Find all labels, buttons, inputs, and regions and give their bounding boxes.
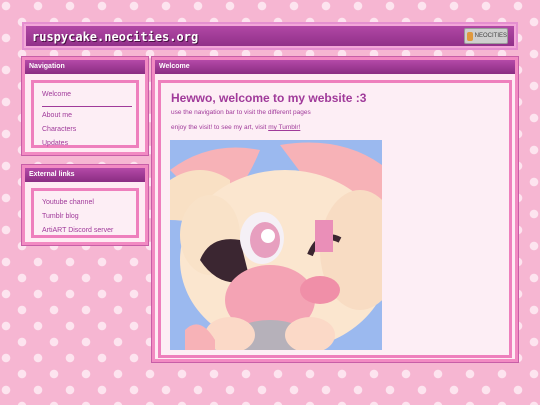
page-title: Hewwo, welcome to my website :3 [171,91,367,105]
site-title: ruspycake.neocities.org [32,30,199,44]
tumblr-line-text: enjoy the visit! to see my art, visit [171,124,269,131]
external-links-list: Youtube channel Tumblr blog ArtiART Disc… [31,188,139,238]
link-youtube[interactable]: Youtube channel [42,199,94,206]
nav-link-updates[interactable]: Updates [42,140,68,147]
neocities-badge-text: NEOCITIES [474,33,507,39]
welcome-heading: Welcome [155,60,515,74]
site-header: ruspycake.neocities.org NEOCITIES [22,22,518,50]
welcome-content: Hewwo, welcome to my website :3 use the … [158,80,512,358]
neocities-cat-icon [467,31,473,41]
external-links-heading: External links [25,168,145,182]
navigation-panel: Navigation Welcome About me Characters U… [22,57,148,155]
welcome-panel: Welcome Hewwo, welcome to my website :3 … [152,57,518,362]
link-discord[interactable]: ArtiART Discord server [42,227,113,234]
tumblr-link[interactable]: my Tumblr! [268,124,300,131]
link-tumblr[interactable]: Tumblr blog [42,213,79,220]
intro-line: use the navigation bar to visit the diff… [171,109,311,116]
nav-link-characters[interactable]: Characters [42,126,76,133]
nav-link-welcome[interactable]: Welcome [42,91,71,98]
navigation-heading: Navigation [25,60,145,74]
nav-link-about[interactable]: About me [42,112,72,119]
character-art-illustration [170,140,382,350]
external-links-panel: External links Youtube channel Tumblr bl… [22,165,148,245]
character-art [170,140,382,350]
neocities-badge[interactable]: NEOCITIES [464,28,508,44]
navigation-list: Welcome About me Characters Updates [31,80,139,148]
nav-divider [42,106,132,107]
tumblr-line: enjoy the visit! to see my art, visit my… [171,124,300,131]
